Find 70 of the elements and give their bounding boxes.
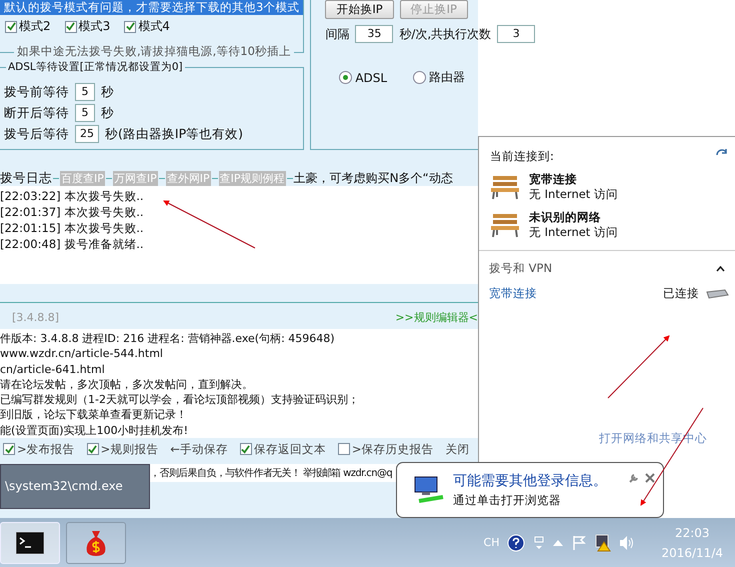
log-line: [22:01:37] 本次拨号失败..	[0, 204, 145, 220]
flyout-heading: 当前连接到:	[490, 149, 554, 164]
group-caption: 如果中途无法拨号失败,请拔掉猫电源,等待10秒插上	[14, 44, 294, 59]
interval-field[interactable]: 35	[355, 25, 394, 43]
log-title: 拨号日志	[0, 170, 52, 186]
field-label: 断开后等待	[4, 104, 69, 122]
action-link[interactable]: ←手动保存	[170, 442, 228, 456]
mode-checkbox[interactable]: 模式4	[124, 18, 170, 35]
mode-radio[interactable]: ADSL	[339, 69, 388, 86]
promo-text: 土豪，可考虑购买N多个“动态	[294, 170, 453, 186]
check-icon	[66, 22, 76, 31]
wrench-icon[interactable]	[628, 473, 639, 484]
connection-name: 宽带连接	[529, 172, 578, 187]
network-warning-icon[interactable]	[595, 534, 612, 552]
count-label: 秒/次,共执行次数	[399, 26, 492, 42]
info-line: www.wzdr.cn/article-544.html	[0, 346, 164, 362]
info-line: 已编写群发规则（1-2天就可以学会，看论坛顶部视频）支持验证码识别；	[0, 392, 360, 408]
balloon-text: 通过单击打开浏览器	[453, 493, 562, 508]
help-icon[interactable]	[507, 534, 526, 552]
seconds-field[interactable]: 25	[75, 125, 99, 144]
action-link[interactable]: 关闭	[446, 442, 470, 456]
option-checkbox[interactable]: >保存历史报告	[338, 442, 434, 456]
info-line: 件版本: 3.4.8.8 进程ID: 216 进程名: 营销神器.exe(句柄: 459648)	[0, 331, 336, 346]
connection-status: 无 Internet 访问	[529, 225, 618, 240]
modem-icon	[705, 288, 729, 300]
close-icon[interactable]	[645, 473, 655, 483]
log-line: [22:00:48] 拨号准备就绪..	[0, 236, 145, 252]
bench-icon	[489, 174, 521, 200]
unit-label: 秒	[101, 104, 114, 122]
option-checkbox[interactable]: 保存返回文本	[240, 442, 326, 456]
selected-text: 默认的拨号模式有问题，才需要选择下载的其他3个模式	[0, 0, 304, 15]
annotation-arrow	[608, 335, 670, 398]
mode-checkbox[interactable]: 模式2	[5, 18, 51, 35]
option-checkbox[interactable]: >发布报告	[3, 442, 75, 456]
section-heading: 拨号和 VPN	[489, 261, 552, 276]
count-field[interactable]: 3	[497, 25, 536, 43]
check-icon	[241, 444, 250, 454]
switch-ip-button[interactable]: 开始换IP	[325, 0, 394, 19]
mode-radio[interactable]: 路由器	[413, 69, 466, 86]
unit-label: 秒	[101, 84, 114, 101]
window-tooltip: \system32\cmd.exe	[0, 464, 150, 509]
mode-checkbox[interactable]: 模式3	[64, 18, 110, 35]
field-label: 拨号后等待	[4, 126, 69, 143]
notification-balloon[interactable]: 可能需要其他登录信息。 通过单击打开浏览器	[396, 462, 664, 518]
field-label: 拨号前等待	[4, 84, 69, 101]
info-line: 请在论坛发帖，多次顶帖，多次发帖问，直到解决。	[0, 376, 254, 392]
seconds-field[interactable]: 5	[75, 104, 95, 122]
connection-name: 未识别的网络	[529, 210, 602, 225]
bench-icon	[489, 212, 521, 238]
terminal-icon	[16, 532, 44, 554]
log-line: [22:01:15] 本次拨号失败..	[0, 220, 145, 236]
connection-status: 已连接	[663, 286, 699, 301]
option-checkbox[interactable]: >规则报告	[86, 442, 158, 456]
check-icon	[4, 444, 14, 454]
log-line: [22:03:22] 本次拨号失败..	[0, 188, 145, 204]
seconds-field[interactable]: 5	[75, 83, 95, 102]
group-title: ADSL等待设置[正常情况都设置为0]	[6, 60, 185, 74]
check-icon	[126, 22, 135, 31]
money-bag-icon	[84, 528, 108, 556]
unit-label: 秒(路由器换IP等也有效)	[105, 126, 243, 143]
caret-icon[interactable]	[716, 266, 725, 272]
check-icon	[6, 22, 16, 31]
info-line: 到旧版，论坛下载菜单查看更新记录！	[0, 407, 188, 423]
connection-link[interactable]: 宽带连接	[489, 286, 663, 301]
check-icon	[88, 444, 98, 454]
info-line: cn/article-641.html	[0, 362, 106, 377]
interval-label: 间隔	[325, 26, 350, 42]
connection-status: 无 Internet 访问	[529, 187, 618, 202]
info-line: 能(设置页面)实现上100小时挂机发布!	[0, 422, 189, 438]
version-label: [3.4.8.8]	[12, 310, 60, 324]
